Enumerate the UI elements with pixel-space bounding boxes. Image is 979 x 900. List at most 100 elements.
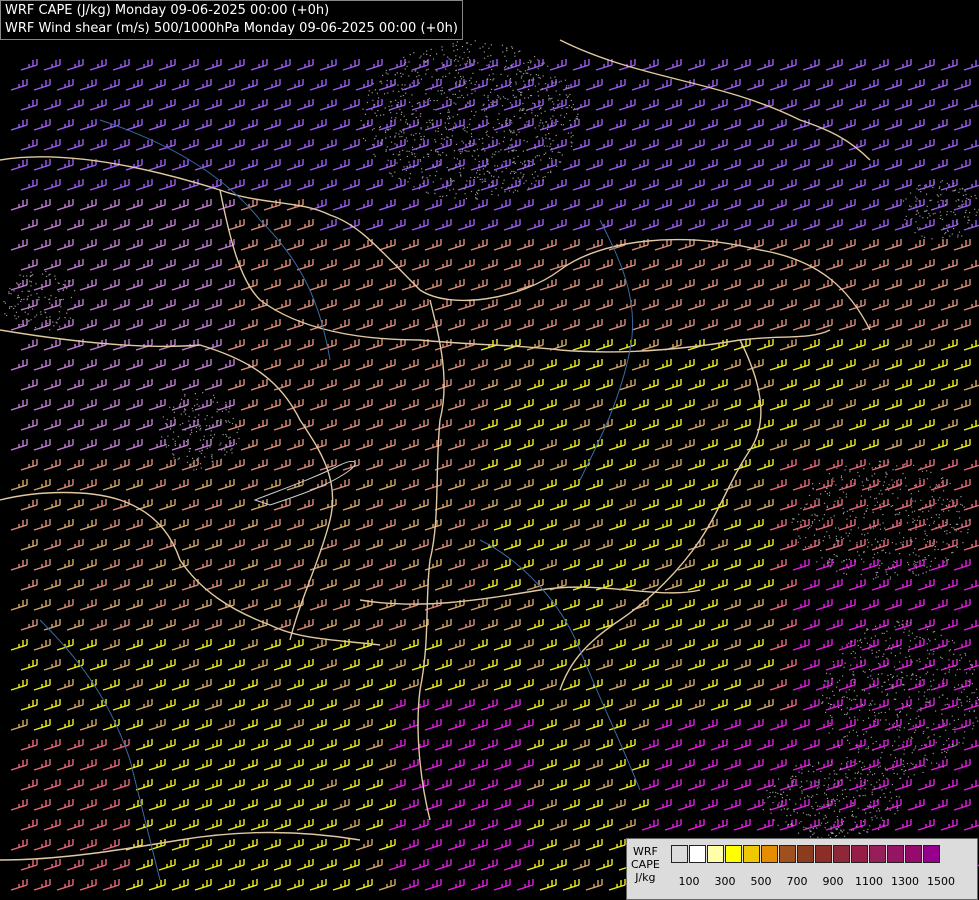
speckle-dot <box>474 176 476 179</box>
speckle-dot <box>500 149 502 151</box>
speckle-dot <box>520 91 522 94</box>
speckle-dot <box>478 167 480 169</box>
speckle-dot <box>408 161 410 163</box>
speckle-dot <box>507 146 509 148</box>
speckle-dot <box>829 537 831 539</box>
speckle-dot <box>230 449 232 451</box>
speckle-dot <box>548 97 550 99</box>
speckle-dot <box>873 786 875 788</box>
speckle-dot <box>789 788 791 791</box>
speckle-dot <box>230 442 233 444</box>
speckle-dot <box>868 769 870 771</box>
speckle-dot <box>549 145 551 148</box>
speckle-dot <box>781 801 784 803</box>
speckle-dot <box>870 675 872 677</box>
speckle-dot <box>856 763 858 765</box>
speckle-dot <box>414 139 416 141</box>
speckle-dot <box>506 165 508 167</box>
speckle-dot <box>781 797 783 799</box>
speckle-dot <box>899 777 901 780</box>
speckle-dot <box>955 506 957 508</box>
speckle-dot <box>20 324 22 326</box>
speckle-dot <box>925 701 927 703</box>
speckle-dot <box>413 186 415 188</box>
speckle-dot <box>547 65 549 67</box>
speckle-dot <box>371 109 373 111</box>
speckle-dot <box>475 194 477 196</box>
speckle-dot <box>466 42 468 44</box>
speckle-dot <box>186 455 188 457</box>
speckle-dot <box>897 645 899 647</box>
speckle-dot <box>827 687 829 689</box>
speckle-dot <box>811 522 814 524</box>
speckle-dot <box>813 832 815 834</box>
speckle-dot <box>45 312 47 314</box>
speckle-dot <box>849 717 851 719</box>
legend-color-box <box>815 845 832 863</box>
legend-tick-labels: 100 300 500 700 900 1100 1300 1500 <box>671 875 977 889</box>
speckle-dot <box>916 710 918 712</box>
speckle-dot <box>934 688 936 690</box>
speckle-dot <box>865 812 867 814</box>
speckle-dot <box>843 572 845 574</box>
speckle-dot <box>464 188 466 190</box>
speckle-dot <box>449 104 452 106</box>
speckle-dot <box>177 436 179 438</box>
speckle-dot <box>405 119 407 121</box>
speckle-dot <box>225 434 227 436</box>
speckle-dot <box>490 91 492 93</box>
speckle-dot <box>430 149 432 151</box>
speckle-dot <box>490 55 492 57</box>
speckle-dot <box>460 152 462 154</box>
speckle-dot <box>963 737 965 739</box>
speckle-dot <box>574 108 576 110</box>
speckle-dot <box>809 829 811 831</box>
speckle-dot <box>813 771 815 773</box>
speckle-dot <box>958 231 960 233</box>
speckle-dot <box>924 691 926 693</box>
legend-tick-label: 700 <box>786 875 808 888</box>
speckle-dot <box>861 689 863 691</box>
speckle-dot <box>829 492 831 494</box>
speckle-dot <box>850 664 852 666</box>
speckle-dot <box>463 81 466 83</box>
speckle-dot <box>899 652 901 654</box>
speckle-dot <box>870 801 872 803</box>
speckle-dot <box>853 674 855 676</box>
speckle-dot <box>408 61 410 63</box>
speckle-dot <box>525 72 527 74</box>
speckle-dot <box>911 218 913 220</box>
speckle-dot <box>895 692 897 694</box>
speckle-dot <box>427 128 429 130</box>
speckle-dot <box>898 479 900 481</box>
speckle-dot <box>870 637 872 639</box>
speckle-dot <box>463 97 465 99</box>
speckle-dot <box>166 418 168 421</box>
speckle-dot <box>476 198 478 200</box>
speckle-dot <box>968 710 971 712</box>
speckle-dot <box>550 143 552 145</box>
speckle-dot <box>868 489 870 491</box>
speckle-dot <box>452 43 454 45</box>
speckle-dot <box>836 816 838 818</box>
speckle-dot <box>881 632 883 634</box>
speckle-dot <box>526 124 528 126</box>
speckle-dot <box>511 47 514 49</box>
speckle-dot <box>537 74 540 76</box>
speckle-dot <box>374 155 376 157</box>
speckle-dot <box>808 545 810 548</box>
speckle-dot <box>570 132 572 134</box>
speckle-dot <box>454 127 456 129</box>
speckle-dot <box>562 124 564 126</box>
speckle-dot <box>30 271 32 273</box>
speckle-dot <box>874 720 876 722</box>
speckle-dot <box>930 507 932 509</box>
speckle-dot <box>802 812 805 814</box>
speckle-dot <box>899 729 901 731</box>
speckle-dot <box>518 90 520 93</box>
speckle-dot <box>833 810 835 812</box>
speckle-dot <box>511 46 513 48</box>
speckle-dot <box>926 759 928 761</box>
speckle-dot <box>851 641 853 643</box>
speckle-dot <box>866 539 869 541</box>
